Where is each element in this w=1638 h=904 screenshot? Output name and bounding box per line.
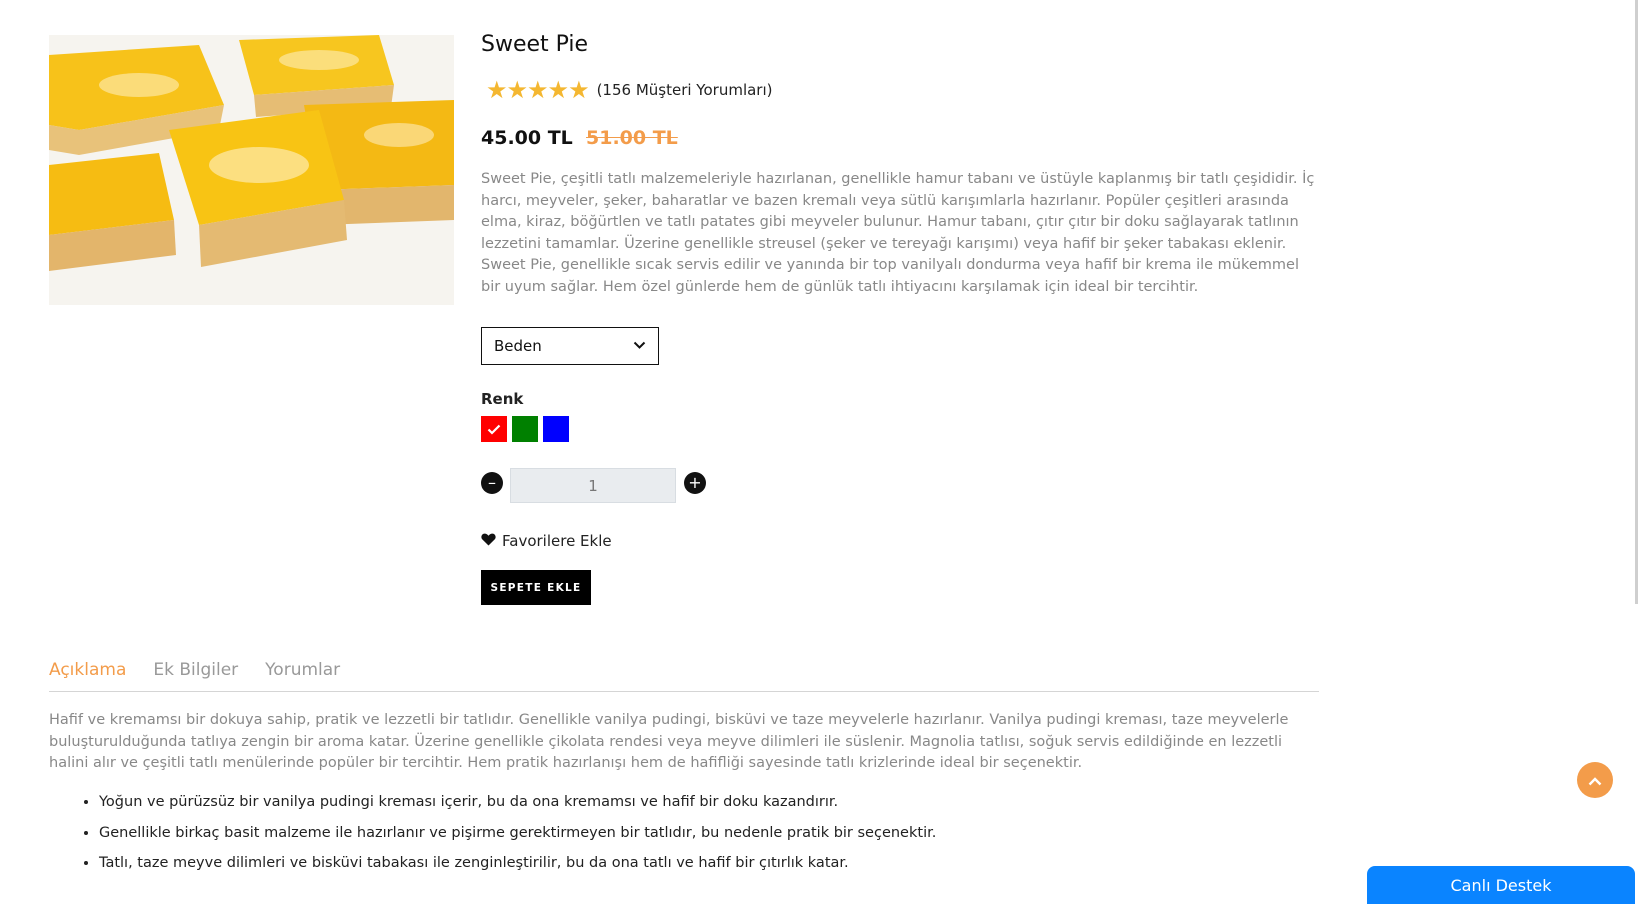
size-select-value: Beden [494, 337, 542, 355]
quantity-input[interactable] [510, 468, 676, 503]
feature-list: Yoğun ve pürüzsüz bir vanilya pudingi kr… [49, 792, 1319, 884]
add-to-favorites-link[interactable]: Favorilere Ekle [481, 531, 612, 550]
color-label: Renk [481, 390, 524, 408]
tab-description-text: Hafif ve kremamsı bir dokuya sahip, prat… [49, 712, 1289, 772]
tabs-divider [49, 691, 1319, 692]
product-title: Sweet Pie [481, 32, 589, 57]
size-select[interactable]: Beden [481, 327, 659, 365]
product-tabs: Açıklama Ek Bilgiler Yorumlar [49, 660, 340, 680]
tab-additional-info[interactable]: Ek Bilgiler [153, 660, 238, 680]
scroll-to-top-button[interactable] [1577, 762, 1613, 798]
star-icon: ★ [486, 76, 508, 104]
list-item: Yoğun ve pürüzsüz bir vanilya pudingi kr… [99, 792, 1319, 812]
review-count[interactable]: (156 Müşteri Yorumları) [597, 81, 773, 99]
tab-description[interactable]: Açıklama [49, 660, 126, 680]
add-to-cart-button[interactable]: SEPETE EKLE [481, 570, 591, 605]
color-swatches [481, 416, 569, 442]
add-to-favorites-label: Favorilere Ekle [502, 531, 612, 550]
star-icon: ★ [527, 76, 549, 104]
product-old-price: 51.00 TL [586, 127, 678, 149]
product-image [49, 35, 454, 305]
chevron-down-icon [633, 339, 646, 354]
chevron-up-icon [1588, 770, 1602, 791]
quantity-increment-button[interactable]: + [684, 472, 706, 494]
product-description: Sweet Pie, çeşitli tatlı malzemeleriyle … [481, 171, 1315, 295]
star-icon: ★ [568, 76, 590, 104]
color-swatch-blue[interactable] [543, 416, 569, 442]
tab-reviews[interactable]: Yorumlar [265, 660, 340, 680]
product-price: 45.00 TL [481, 127, 573, 149]
color-swatch-green[interactable] [512, 416, 538, 442]
heart-icon [481, 531, 496, 550]
color-swatch-red[interactable] [481, 416, 507, 442]
star-icon: ★ [547, 76, 570, 104]
live-support-button[interactable]: Canlı Destek [1367, 866, 1635, 904]
list-item: Tatlı, taze meyve dilimleri ve bisküvi t… [99, 853, 1319, 873]
list-item: Genellikle birkaç basit malzeme ile hazı… [99, 823, 1319, 843]
star-icon: ★ [506, 76, 529, 104]
check-icon [487, 420, 501, 439]
product-rating: ★ ★ ★ ★ ★ (156 Müşteri Yorumları) [486, 78, 772, 102]
quantity-decrement-button[interactable]: – [481, 472, 503, 494]
